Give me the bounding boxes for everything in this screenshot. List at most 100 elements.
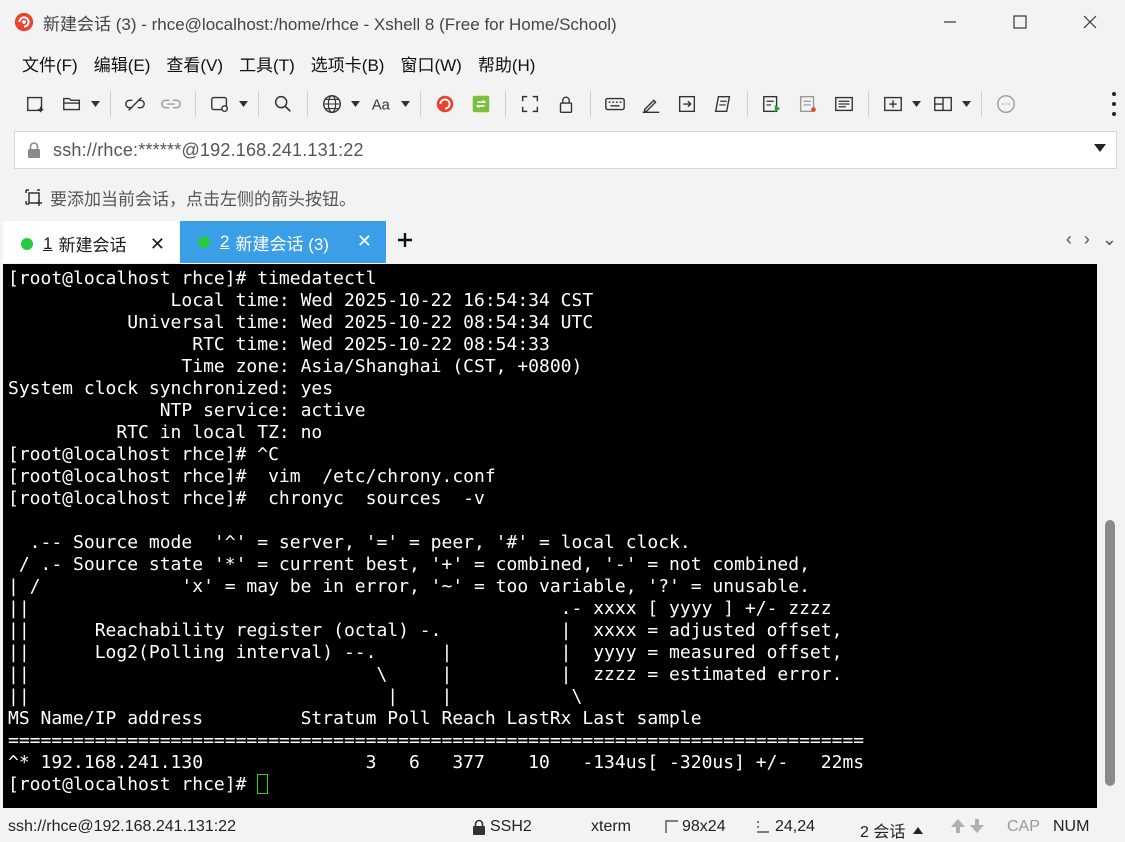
layout-button[interactable] [930,91,956,117]
fullscreen-button[interactable] [517,91,543,117]
add-tab-dropdown[interactable] [911,91,921,117]
close-window-button[interactable] [1055,0,1125,44]
fullscreen-icon [521,95,539,113]
toolbar-separator [195,91,196,117]
menu-edit[interactable]: 编辑(E) [86,51,159,76]
close-tab-icon[interactable]: ✕ [150,234,165,255]
font-dropdown[interactable] [400,91,410,117]
terminal-line: ========================================… [8,730,865,751]
transfer-button[interactable] [674,91,700,117]
caret-down-icon [911,101,921,107]
toolbar-separator [110,91,111,117]
caret-up-icon [913,826,924,834]
lock-icon [28,142,40,158]
caret-down-icon [238,101,248,107]
menu-bar: 文件(F) 编辑(E) 查看(V) 工具(T) 选项卡(B) 窗口(W) 帮助(… [0,44,1125,82]
tab-session-1[interactable]: 1 新建会话 ✕ [3,221,179,263]
font-button[interactable]: Aa [369,91,395,117]
chevron-right-icon[interactable]: › [1084,229,1090,250]
scrollbar-thumb[interactable] [1105,520,1115,786]
layout-dropdown[interactable] [961,91,971,117]
xshell-logo-icon [14,12,34,32]
new-window-dropdown[interactable] [238,91,248,117]
keyboard-button[interactable] [602,91,628,117]
arrow-up-icon[interactable] [950,818,966,834]
open-session-dropdown[interactable] [90,91,100,117]
compose-button[interactable] [831,91,857,117]
menu-view[interactable]: 查看(V) [158,51,231,76]
add-session-icon[interactable] [22,186,44,208]
script-button[interactable] [710,91,736,117]
arrow-down-icon[interactable] [969,818,985,834]
new-session-button[interactable] [23,91,49,117]
status-terminal-type: xterm [591,818,631,835]
terminal-line: [root@localhost rhce]# ^C [8,444,279,465]
address-bar[interactable]: ssh://rhce:******@192.168.241.131:22 [14,131,1117,169]
resize-icon [665,820,678,833]
status-size-label: 98x24 [682,818,726,835]
terminal-line: Local time: Wed 2025-10-22 16:54:34 CST [8,290,594,311]
terminal-line: || Reachability register (octal) -. | xx… [8,620,843,641]
scroll-arrows[interactable] [950,818,985,834]
address-input[interactable]: ssh://rhce:******@192.168.241.131:22 [53,140,364,161]
search-icon [274,95,291,112]
menu-tabs[interactable]: 选项卡(B) [303,51,393,76]
disconnect-button[interactable] [122,91,148,117]
status-num: NUM [1053,818,1090,835]
lock-button[interactable] [553,91,579,117]
menu-file[interactable]: 文件(F) [14,51,86,76]
log-button[interactable] [795,91,821,117]
layout-icon [934,96,952,112]
chevron-left-icon[interactable]: ‹ [1066,229,1072,250]
run-button[interactable] [759,91,785,117]
open-folder-icon [63,97,81,111]
encoding-dropdown[interactable] [350,91,360,117]
status-protocol: SSH2 [472,818,532,836]
new-window-button[interactable] [207,91,233,117]
toolbar-more-button[interactable] [1111,92,1117,116]
caret-down-icon [961,101,971,107]
status-cursor-label: 24,24 [775,818,816,835]
encoding-button[interactable] [319,91,345,117]
find-button[interactable] [270,91,296,117]
disconnect-icon [125,97,145,111]
new-window-icon [211,96,229,113]
terminal-line: || .- xxxx [ yyyy ] +/- zzzz [8,598,832,619]
new-session-icon [27,96,44,113]
minimize-button[interactable] [915,0,985,44]
terminal[interactable]: [root@localhost rhce]# timedatectl Local… [3,264,1097,808]
terminal-line: [root@localhost rhce]# vim /etc/chrony.c… [8,466,496,487]
run-icon [763,95,781,113]
menu-help[interactable]: 帮助(H) [470,51,544,76]
status-protocol-label: SSH2 [490,818,532,835]
xftp-button[interactable] [468,91,494,117]
highlight-button[interactable] [638,91,664,117]
close-tab-icon[interactable]: ✕ [357,231,372,252]
terminal-scrollbar[interactable] [1099,264,1121,808]
toolbar-separator [590,91,591,117]
session-hint-bar: 要添加当前会话，点击左侧的箭头按钮。 [0,176,1125,218]
plus-icon[interactable] [394,229,416,251]
add-tab-button[interactable] [880,91,906,117]
tab-session-2[interactable]: 2 新建会话 (3) ✕ [180,221,386,263]
xshell-icon [436,95,454,113]
terminal-line: Time zone: Asia/Shanghai (CST, +0800) [8,356,583,377]
open-session-button[interactable] [59,91,85,117]
caret-down-icon [90,101,100,107]
status-sessions[interactable]: 2 会话 [860,818,924,842]
maximize-button[interactable] [985,0,1055,44]
status-bar: ssh://rhce@192.168.241.131:22 SSH2 xterm… [0,812,1125,842]
terminal-line: RTC time: Wed 2025-10-22 08:54:33 [8,334,550,355]
chevron-down-icon[interactable]: ⌄ [1102,229,1117,250]
toolbar: Aa [0,84,1125,124]
xshell-button[interactable] [432,91,458,117]
window-title: 新建会话 (3) - rhce@localhost:/home/rhce - X… [43,14,617,34]
chevron-down-icon[interactable] [1094,144,1106,152]
reconnect-button[interactable] [158,91,184,117]
toolbar-separator [505,91,506,117]
menu-window[interactable]: 窗口(W) [392,51,469,76]
terminal-output: [root@localhost rhce]# timedatectl Local… [3,264,1097,796]
chat-button[interactable] [993,91,1019,117]
caret-down-icon [400,101,410,107]
menu-tools[interactable]: 工具(T) [231,51,303,76]
